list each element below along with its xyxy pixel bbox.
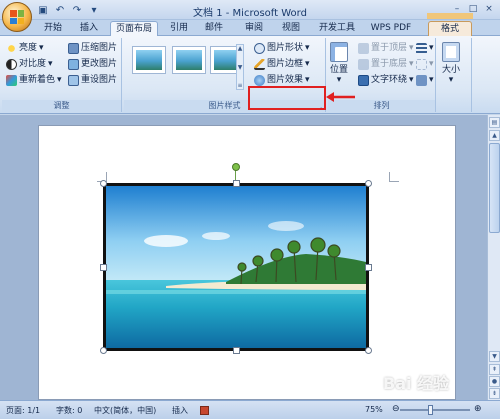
recolor-button[interactable]: 重新着色 ▾ <box>6 74 62 87</box>
resize-handle-b[interactable] <box>233 347 240 354</box>
office-logo-icon <box>10 10 24 24</box>
shape-icon <box>254 43 265 54</box>
zoom-slider-knob[interactable] <box>428 405 433 415</box>
insert-mode[interactable]: 插入 <box>172 405 188 416</box>
zoom-in-icon[interactable]: ⊕ <box>474 404 482 414</box>
browse-object-icon[interactable]: ● <box>489 376 500 387</box>
style-thumbnail-2[interactable] <box>172 46 206 74</box>
tab-developer[interactable]: 开发工具 <box>317 21 357 36</box>
reset-icon <box>68 75 79 86</box>
tab-mailings[interactable]: 邮件 <box>201 21 227 36</box>
group-objects-button[interactable]: ▾ <box>416 58 434 71</box>
resize-handle-br[interactable] <box>365 347 372 354</box>
text-wrapping-button[interactable]: 文字环绕 ▾ <box>358 74 414 87</box>
picture-shape-button[interactable]: 图片形状 ▾ <box>254 42 310 55</box>
scroll-down-arrow-icon[interactable]: ▼ <box>489 351 500 362</box>
resize-handle-tl[interactable] <box>100 180 107 187</box>
word-count[interactable]: 字数: 0 <box>56 405 82 416</box>
bring-front-icon <box>358 43 369 54</box>
reset-picture-button[interactable]: 重设图片 <box>68 74 117 87</box>
resize-handle-t[interactable] <box>233 180 240 187</box>
scroll-down-icon[interactable]: ▼ <box>238 64 243 71</box>
align-button[interactable]: ▾ <box>416 42 434 55</box>
ruler-toggle-icon[interactable]: ▤ <box>489 117 500 128</box>
tab-wps-pdf[interactable]: WPS PDF <box>366 21 416 36</box>
scroll-up-icon[interactable]: ▲ <box>238 45 243 52</box>
status-bar: 页面: 1/1 字数: 0 中文(简体，中国) 插入 75% ⊖ ⊕ <box>0 400 500 419</box>
size-icon <box>442 42 460 62</box>
pencil-icon <box>254 59 265 70</box>
resize-handle-l[interactable] <box>100 264 107 271</box>
compress-icon <box>68 43 79 54</box>
contrast-button[interactable]: 对比度 ▾ <box>6 58 53 71</box>
more-icon[interactable]: ≡ <box>237 82 242 89</box>
style-gallery-scroll[interactable]: ▲ ▼ ≡ <box>236 44 244 90</box>
tab-home[interactable]: 开始 <box>40 21 66 36</box>
group-size: 大小 ▾ <box>438 38 472 112</box>
position-icon <box>330 42 348 62</box>
language-indicator[interactable]: 中文(简体，中国) <box>94 405 156 416</box>
red-arrow-icon <box>326 92 355 102</box>
picture-border-button[interactable]: 图片边框 ▾ <box>254 58 310 71</box>
change-picture-icon <box>68 59 79 70</box>
zoom-out-icon[interactable]: ⊖ <box>392 404 400 414</box>
rotate-icon <box>416 75 427 86</box>
margin-corner-tr <box>389 172 399 182</box>
rotation-handle[interactable] <box>232 163 240 171</box>
zoom-slider[interactable] <box>400 409 470 411</box>
title-bar: ▣ ↶ ↷ ▾ 文档 1 - Microsoft Word – □ × <box>0 0 500 20</box>
office-button[interactable] <box>2 2 32 32</box>
resize-handle-bl[interactable] <box>100 347 107 354</box>
vertical-scrollbar[interactable]: ▤ ▲ ▼ ⇞ ● ⇟ <box>487 115 500 400</box>
ribbon-tabs: 开始 插入 页面布局 引用 邮件 审阅 视图 开发工具 WPS PDF 格式 <box>0 20 500 36</box>
contrast-icon <box>6 59 17 70</box>
sun-icon <box>6 43 17 54</box>
align-icon <box>416 43 427 54</box>
baidu-watermark: Bai 经验 <box>383 374 450 393</box>
text-wrap-icon <box>358 75 369 86</box>
prev-page-icon[interactable]: ⇞ <box>489 364 500 375</box>
ribbon: 亮度 ▾ 对比度 ▾ 重新着色 ▾ 压缩图片 更改图片 重设图片 调整 ▲ ▼ … <box>0 36 500 114</box>
picture-tools-accent <box>427 13 473 19</box>
tab-insert[interactable]: 插入 <box>76 21 102 36</box>
tab-format[interactable]: 格式 <box>428 21 472 36</box>
page-indicator[interactable]: 页面: 1/1 <box>6 405 40 416</box>
tab-references[interactable]: 引用 <box>166 21 192 36</box>
change-picture-button[interactable]: 更改图片 <box>68 58 117 71</box>
window-title: 文档 1 - Microsoft Word <box>193 8 307 19</box>
send-to-back-button[interactable]: 置于底层 ▾ <box>358 58 414 71</box>
picture-border-highlight <box>248 86 326 110</box>
inserted-picture[interactable] <box>103 183 369 351</box>
tab-review[interactable]: 审阅 <box>241 21 267 36</box>
group-adjust: 亮度 ▾ 对比度 ▾ 重新着色 ▾ 压缩图片 更改图片 重设图片 调整 <box>2 38 122 112</box>
tab-view[interactable]: 视图 <box>278 21 304 36</box>
effects-icon <box>254 75 265 86</box>
style-thumbnail-1[interactable] <box>132 46 166 74</box>
close-button[interactable]: × <box>482 2 496 16</box>
macro-record-icon[interactable] <box>200 406 209 415</box>
compress-pictures-button[interactable]: 压缩图片 <box>68 42 117 55</box>
scrollbar-thumb[interactable] <box>489 143 500 233</box>
resize-handle-tr[interactable] <box>365 180 372 187</box>
beach-island-image <box>106 186 366 348</box>
size-button[interactable]: 大小 ▾ <box>442 42 460 85</box>
group-label-adjust: 调整 <box>2 100 121 112</box>
zoom-level[interactable]: 75% <box>365 405 383 414</box>
recolor-icon <box>6 75 17 86</box>
brightness-button[interactable]: 亮度 ▾ <box>6 42 44 55</box>
next-page-icon[interactable]: ⇟ <box>489 388 500 399</box>
group-icon <box>416 59 427 70</box>
bring-to-front-button[interactable]: 置于顶层 ▾ <box>358 42 414 55</box>
position-button[interactable]: 位置 ▾ <box>330 42 348 85</box>
resize-handle-r[interactable] <box>365 264 372 271</box>
scroll-up-arrow-icon[interactable]: ▲ <box>489 130 500 141</box>
rotate-button[interactable]: ▾ <box>416 74 434 87</box>
send-back-icon <box>358 59 369 70</box>
tab-page-layout[interactable]: 页面布局 <box>110 21 158 36</box>
